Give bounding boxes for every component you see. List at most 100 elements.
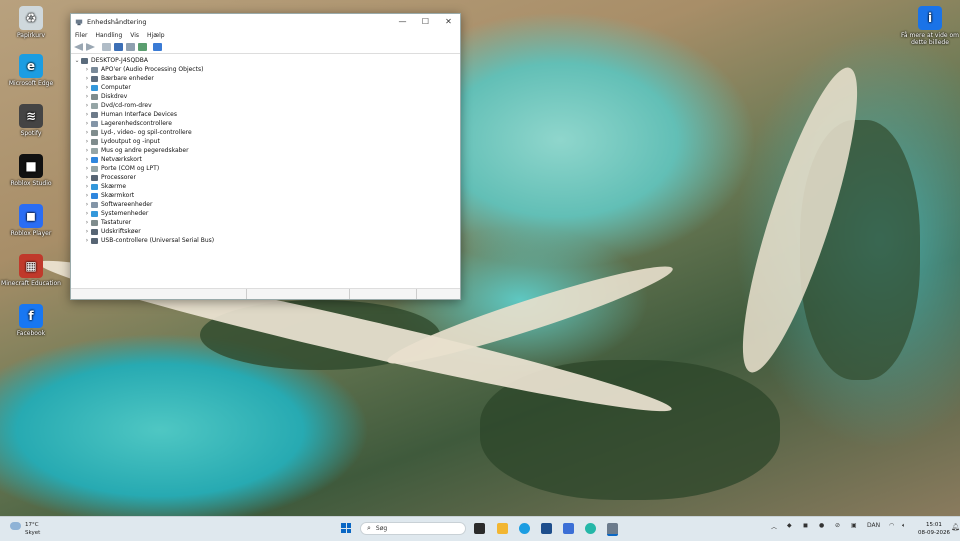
- device-category-label: Mus og andre pegeredskaber: [101, 147, 189, 154]
- expand-chevron-icon[interactable]: ›: [83, 155, 91, 164]
- tray-app-icon[interactable]: ◆: [787, 522, 792, 529]
- device-manager-taskbar-icon[interactable]: [607, 523, 618, 536]
- desktop-shortcut[interactable]: ♻ Papirkurv: [0, 6, 62, 39]
- device-category-item[interactable]: › Bærbare enheder: [83, 74, 457, 83]
- expand-chevron-icon[interactable]: ›: [83, 209, 91, 218]
- menu-filer[interactable]: Filer: [75, 32, 88, 39]
- maximize-button[interactable]: ☐: [414, 17, 437, 26]
- device-category-item[interactable]: › Lydoutput og -input: [83, 137, 457, 146]
- desktop-shortcut[interactable]: e Microsoft Edge: [0, 54, 62, 87]
- device-category-item[interactable]: › Diskdrev: [83, 92, 457, 101]
- view-grid-icon[interactable]: [126, 43, 135, 51]
- device-category-icon: [91, 210, 98, 217]
- device-category-icon: [91, 84, 98, 91]
- expand-chevron-icon[interactable]: ›: [83, 164, 91, 173]
- title-bar[interactable]: Enhedshåndtering — ☐ ✕: [71, 14, 460, 29]
- menu-handling[interactable]: Handling: [96, 32, 123, 39]
- forward-icon[interactable]: [86, 43, 95, 51]
- device-category-item[interactable]: › Skærme: [83, 182, 457, 191]
- expand-chevron-icon[interactable]: ›: [83, 128, 91, 137]
- tree-root[interactable]: ⌄ DESKTOP-J4SQDBA: [73, 56, 457, 65]
- device-category-item[interactable]: › Human Interface Devices: [83, 110, 457, 119]
- tray-app-icon[interactable]: ⊘: [835, 522, 840, 529]
- expand-chevron-icon[interactable]: ›: [83, 74, 91, 83]
- expand-chevron-icon[interactable]: ›: [83, 119, 91, 128]
- device-category-item[interactable]: › Systemenheder: [83, 209, 457, 218]
- expand-chevron-icon[interactable]: ›: [83, 218, 91, 227]
- edge-taskbar-icon[interactable]: [519, 523, 530, 534]
- expand-chevron-icon[interactable]: ›: [83, 101, 91, 110]
- volume-icon[interactable]: 🔈︎: [902, 522, 906, 530]
- device-category-item[interactable]: › Processorer: [83, 173, 457, 182]
- expand-chevron-icon[interactable]: ›: [83, 83, 91, 92]
- store-icon[interactable]: [541, 523, 552, 534]
- expand-chevron-icon[interactable]: ›: [83, 146, 91, 155]
- properties-view-icon[interactable]: [102, 43, 111, 51]
- menu-hjaelp[interactable]: Hjælp: [147, 32, 165, 39]
- device-category-icon: [91, 228, 98, 235]
- tray-app-icon[interactable]: ▣: [851, 522, 857, 529]
- scan-hardware-icon[interactable]: [138, 43, 147, 51]
- desktop-shortcut[interactable]: ■ Roblox Studio: [0, 154, 62, 187]
- menu-vis[interactable]: Vis: [130, 32, 139, 39]
- expand-chevron-icon[interactable]: ›: [83, 110, 91, 119]
- desktop-shortcut[interactable]: ▦ Minecraft Education: [0, 254, 62, 287]
- device-category-item[interactable]: › APO'er (Audio Processing Objects): [83, 65, 457, 74]
- device-tree: ⌄ DESKTOP-J4SQDBA › APO'er (Audio Process…: [73, 56, 457, 286]
- file-explorer-icon[interactable]: [497, 523, 508, 534]
- back-icon[interactable]: [74, 43, 83, 51]
- help-icon[interactable]: [114, 43, 123, 51]
- clock[interactable]: 15:01 08-09-2026: [918, 521, 950, 537]
- expand-chevron-icon[interactable]: ›: [83, 65, 91, 74]
- collapse-chevron-icon[interactable]: ⌄: [73, 56, 81, 65]
- search-box[interactable]: ⌕ Søg: [360, 522, 466, 535]
- notification-bell-icon[interactable]: 🔔︎: [951, 523, 960, 531]
- device-category-label: USB-controllere (Universal Serial Bus): [101, 237, 215, 244]
- language-indicator[interactable]: DAN: [867, 522, 880, 529]
- device-category-item[interactable]: › Netværkskort: [83, 155, 457, 164]
- app-icon[interactable]: [585, 523, 596, 534]
- device-category-item[interactable]: › USB-controllere (Universal Serial Bus): [83, 236, 457, 245]
- device-category-label: Netværkskort: [101, 156, 142, 163]
- device-category-item[interactable]: › Udskriftskøer: [83, 227, 457, 236]
- desktop-shortcut-label: Minecraft Education: [1, 280, 61, 287]
- expand-chevron-icon[interactable]: ›: [83, 191, 91, 200]
- expand-chevron-icon[interactable]: ›: [83, 227, 91, 236]
- mail-icon[interactable]: [563, 523, 574, 534]
- desktop-shortcut[interactable]: f Facebook: [0, 304, 62, 337]
- desktop-shortcut[interactable]: ≋ Spotify: [0, 104, 62, 137]
- minimize-button[interactable]: —: [391, 17, 414, 26]
- facebook-icon: f: [19, 304, 43, 328]
- expand-chevron-icon[interactable]: ›: [83, 92, 91, 101]
- monitor-icon[interactable]: [153, 43, 162, 51]
- spotlight-info-shortcut[interactable]: i Få mere at vide om dette billede: [899, 6, 960, 46]
- show-hidden-icons-chevron-icon[interactable]: ︿: [771, 522, 777, 531]
- minecraft-icon: ▦: [19, 254, 43, 278]
- device-category-item[interactable]: › Lagerenhedscontrollere: [83, 119, 457, 128]
- tray-app-icon[interactable]: ◼: [803, 522, 808, 529]
- device-category-item[interactable]: › Computer: [83, 83, 457, 92]
- toolbar: [71, 41, 460, 54]
- device-category-item[interactable]: › Mus og andre pegeredskaber: [83, 146, 457, 155]
- device-category-item[interactable]: › Softwareenheder: [83, 200, 457, 209]
- expand-chevron-icon[interactable]: ›: [83, 236, 91, 245]
- expand-chevron-icon[interactable]: ›: [83, 200, 91, 209]
- device-category-item[interactable]: › Skærmkort: [83, 191, 457, 200]
- expand-chevron-icon[interactable]: ›: [83, 182, 91, 191]
- task-view-icon[interactable]: [474, 523, 485, 534]
- device-category-label: Skærme: [101, 183, 127, 190]
- expand-chevron-icon[interactable]: ›: [83, 173, 91, 182]
- wifi-icon[interactable]: ◠: [889, 522, 894, 529]
- desktop-shortcut[interactable]: ◼ Roblox Player: [0, 204, 62, 237]
- device-category-item[interactable]: › Tastaturer: [83, 218, 457, 227]
- device-category-item[interactable]: › Dvd/cd-rom-drev: [83, 101, 457, 110]
- device-category-item[interactable]: › Porte (COM og LPT): [83, 164, 457, 173]
- clock-date: 08-09-2026: [918, 530, 950, 536]
- expand-chevron-icon[interactable]: ›: [83, 137, 91, 146]
- device-manager-window[interactable]: Enhedshåndtering — ☐ ✕ Filer Handling Vi…: [70, 13, 461, 300]
- close-button[interactable]: ✕: [437, 17, 460, 26]
- weather-widget[interactable]: 17°C Skyet: [10, 521, 40, 537]
- start-button[interactable]: [341, 523, 351, 533]
- device-category-item[interactable]: › Lyd-, video- og spil-controllere: [83, 128, 457, 137]
- tray-app-icon[interactable]: ●: [819, 522, 824, 529]
